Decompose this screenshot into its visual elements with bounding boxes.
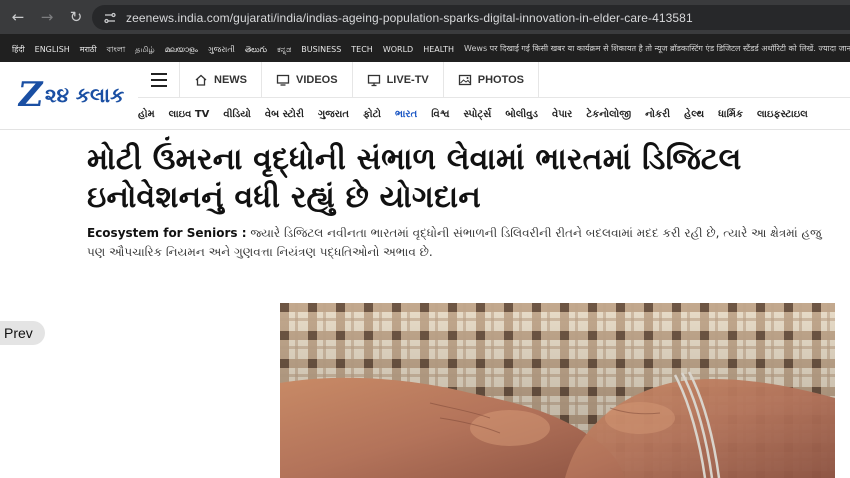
prev-button[interactable]: Prev	[0, 321, 45, 345]
language-link[interactable]: HEALTH	[423, 45, 454, 54]
section-nav-item[interactable]: હેલ્થ	[684, 109, 704, 120]
url-text: zeenews.india.com/gujarati/india/indias-…	[126, 10, 693, 25]
section-nav-item[interactable]: બોલીવુડ	[505, 109, 538, 120]
topnav-label: VIDEOS	[296, 73, 338, 86]
section-nav-item[interactable]: હોમ	[138, 109, 155, 120]
language-link[interactable]: मराठी	[80, 45, 97, 54]
hero-photo	[280, 303, 835, 478]
site-logo[interactable]: Z ૨૪ કલાક	[15, 75, 125, 115]
language-link[interactable]: മലയാളം	[165, 45, 198, 54]
language-link[interactable]: తెలుగు	[245, 45, 267, 54]
tv-icon	[367, 74, 380, 86]
reload-icon[interactable]: ↻	[65, 6, 87, 28]
topnav-news[interactable]: NEWS	[180, 62, 262, 97]
address-bar[interactable]: zeenews.india.com/gujarati/india/indias-…	[92, 5, 850, 30]
home-icon	[195, 74, 207, 86]
topnav-label: NEWS	[214, 73, 247, 86]
article-hero-image	[280, 303, 835, 478]
section-nav-item[interactable]: વેબ સ્ટોરી	[265, 109, 304, 120]
article-summary: Ecosystem for Seniors : જ્યારે ડિજિટલ નવ…	[87, 224, 827, 262]
language-link[interactable]: ಕನ್ನಡ	[277, 45, 291, 54]
logo-text: ૨૪ કલાક	[44, 83, 125, 107]
section-nav-item[interactable]: નોકરી	[645, 109, 670, 120]
language-link[interactable]: हिंदी	[12, 45, 25, 54]
language-strip: हिंदी ENGLISH मराठी বাংলা தமிழ் മലയാളം ગુજરાતી…	[0, 34, 850, 62]
section-nav-item[interactable]: ફોટો	[363, 109, 381, 120]
summary-label: Ecosystem for Seniors :	[87, 226, 247, 240]
hamburger-menu-icon[interactable]	[138, 62, 180, 97]
topnav-live-tv[interactable]: LIVE-TV	[353, 62, 444, 97]
section-nav-item[interactable]: ભારત	[395, 109, 417, 120]
section-nav-item[interactable]: ગુજરાત	[318, 109, 349, 120]
topnav-videos[interactable]: VIDEOS	[262, 62, 353, 97]
article-headline: મોટી ઉંમરના વૃદ્ધોની સંભાળ લેવામાં ભારતમ…	[87, 142, 742, 215]
forward-arrow-icon[interactable]: →	[36, 6, 58, 28]
photo-icon	[458, 74, 471, 85]
topnav-label: LIVE-TV	[386, 73, 429, 86]
section-nav-item[interactable]: વેપાર	[552, 109, 572, 120]
site-header: Z ૨૪ કલાક NEWS VIDEOS LIVE-TV PHOTOS હોમ…	[0, 62, 850, 130]
section-nav-item[interactable]: વિશ્વ	[431, 109, 449, 120]
language-link[interactable]: ગુજરાતી	[208, 45, 235, 54]
section-nav-item[interactable]: લાઇફસ્ટાઇલ	[757, 109, 808, 120]
news-ticker: Wews पर दिखाई गई किसी खबर या कार्यक्रम स…	[464, 43, 850, 53]
section-nav-item[interactable]: ધાર્મિક	[718, 109, 743, 120]
section-nav-item[interactable]: વીડિયો	[223, 109, 251, 120]
monitor-icon	[276, 74, 290, 86]
topnav-photos[interactable]: PHOTOS	[444, 62, 540, 97]
site-info-icon[interactable]	[102, 10, 118, 26]
section-nav-item[interactable]: ટેકનોલોજી	[586, 109, 631, 120]
topnav-label: PHOTOS	[477, 73, 525, 86]
language-link[interactable]: বাংলা	[107, 45, 126, 54]
back-arrow-icon[interactable]: ←	[7, 6, 29, 28]
section-navigation: હોમ લાઇવ TV વીડિયો વેબ સ્ટોરી ગુજરાત ફોટો ભારત…	[138, 102, 822, 126]
top-navigation: NEWS VIDEOS LIVE-TV PHOTOS	[138, 62, 850, 98]
browser-toolbar: ← → ↻ zeenews.india.com/gujarati/india/i…	[0, 0, 850, 34]
language-link[interactable]: ENGLISH	[35, 45, 70, 54]
section-nav-item[interactable]: લાઇવ TV	[169, 109, 210, 120]
language-link[interactable]: தமிழ்	[135, 45, 155, 54]
section-nav-item[interactable]: સ્પોર્ટ્સ	[463, 109, 491, 120]
logo-mark: Z	[15, 75, 46, 115]
language-link[interactable]: BUSINESS	[301, 45, 341, 54]
language-link[interactable]: WORLD	[383, 45, 413, 54]
language-link[interactable]: TECH	[351, 45, 373, 54]
